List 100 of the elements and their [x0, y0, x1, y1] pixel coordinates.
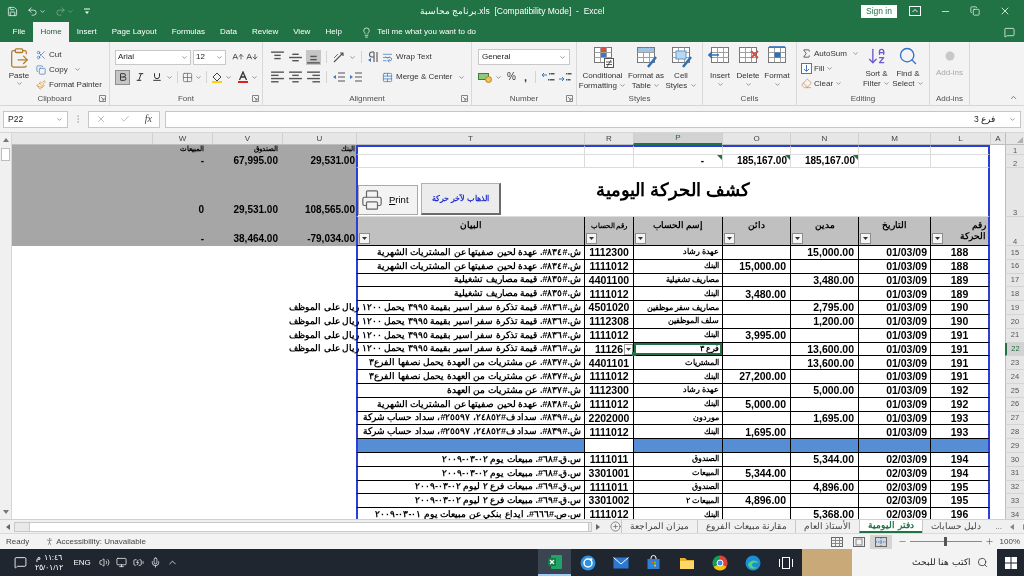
name-box[interactable]: P22 [3, 110, 68, 128]
ribbon-tab[interactable]: Formulas [164, 22, 213, 42]
ribbon-display-icon[interactable] [909, 6, 921, 16]
notification-icon[interactable] [14, 556, 27, 569]
fill-button[interactable]: Fill [801, 61, 861, 76]
bottom-align-icon[interactable] [306, 49, 321, 65]
copy-button[interactable]: Copy [36, 62, 102, 77]
cells-button[interactable]: Format [763, 45, 791, 88]
zoom-level[interactable]: 100% [999, 537, 1020, 546]
comment-icon[interactable] [1004, 26, 1015, 38]
dialog-launcher-icon[interactable] [461, 95, 468, 102]
column-header[interactable]: A [990, 133, 1005, 145]
filter-button[interactable] [792, 233, 803, 244]
cut-button[interactable]: Cut [36, 47, 102, 62]
more-sheets-button[interactable]: ... [989, 522, 1008, 531]
language-indicator[interactable]: ENG [73, 558, 91, 567]
percent-style-button[interactable]: % [505, 72, 518, 82]
collapse-ribbon-icon[interactable] [1009, 93, 1018, 102]
format-painter-button[interactable]: Format Painter [36, 77, 102, 92]
battery-icon[interactable] [132, 557, 144, 568]
scroll-left-icon[interactable] [4, 522, 12, 531]
accessibility-status[interactable]: Accessibility: Unavailable [45, 537, 146, 546]
dropdown-button[interactable] [624, 343, 633, 355]
restore-icon[interactable] [970, 6, 980, 16]
column-header[interactable]: P [633, 133, 722, 145]
styles-button[interactable]: Cell Styles [665, 45, 697, 91]
ribbon-tab[interactable]: View [285, 22, 318, 42]
autosum-button[interactable]: AutoSum [801, 46, 861, 61]
window-panes-icon[interactable] [1004, 556, 1017, 569]
scroll-thumb[interactable] [1, 148, 10, 161]
zoom-thumb[interactable] [944, 537, 948, 546]
undo-icon[interactable] [27, 5, 38, 17]
vertical-scrollbar[interactable] [0, 133, 12, 519]
microphone-icon[interactable] [149, 557, 161, 568]
sort-filter-button[interactable]: Sort & Filter [861, 45, 892, 89]
column-header[interactable]: R [584, 133, 633, 145]
column-header[interactable]: U [282, 133, 356, 145]
increase-font-size-icon[interactable] [232, 51, 244, 63]
column-header[interactable]: N [790, 133, 858, 145]
sign-in-button[interactable]: Sign in [861, 4, 897, 18]
column-header[interactable]: O [722, 133, 790, 145]
column-header[interactable]: T [356, 133, 584, 145]
merge-center-button[interactable]: Merge & Center [382, 71, 466, 83]
monitor-icon[interactable] [115, 557, 127, 568]
ribbon-tab[interactable]: Insert [69, 22, 105, 42]
ribbon-tab[interactable]: Review [244, 22, 286, 42]
column-header[interactable]: M [858, 133, 930, 145]
dialog-launcher-icon[interactable] [99, 95, 106, 102]
formula-field[interactable]: فرع 3 [165, 110, 1021, 128]
styles-button[interactable]: Conditional Formatting [578, 45, 627, 91]
wrap-text-button[interactable]: Wrap Text [382, 51, 432, 63]
scroll-thumb[interactable] [29, 522, 589, 531]
decrease-decimal-icon[interactable] [557, 71, 572, 83]
scroll-up-icon[interactable] [1, 136, 10, 144]
increase-decimal-icon[interactable] [540, 71, 555, 83]
font-color-icon[interactable] [237, 71, 249, 83]
filter-button[interactable] [860, 233, 871, 244]
font-name-field[interactable]: Arial [115, 49, 191, 65]
clear-button[interactable]: Clear [801, 76, 861, 91]
paste-button[interactable]: Paste [4, 45, 34, 92]
find-select-button[interactable]: Find & Select [892, 45, 924, 89]
filter-button[interactable] [586, 233, 597, 244]
ribbon-tab[interactable]: Page Layout [104, 22, 165, 42]
close-icon[interactable] [999, 5, 1011, 17]
borders-icon[interactable] [182, 71, 193, 83]
save-icon[interactable] [7, 5, 18, 17]
sheet-tab[interactable]: دفتر اليومية [859, 520, 922, 533]
search-field[interactable]: اكتب هنا للبحث [802, 549, 997, 576]
add-sheet-icon[interactable] [610, 521, 621, 532]
speaker-icon[interactable] [98, 557, 110, 568]
filter-button[interactable] [724, 233, 735, 244]
cells-button[interactable]: Delete [734, 45, 762, 88]
ribbon-tab[interactable]: Data [212, 22, 245, 42]
align-left-icon[interactable] [270, 69, 285, 85]
paragraph-mark-icon[interactable] [367, 50, 381, 64]
column-header[interactable]: V [212, 133, 282, 145]
comma-style-button[interactable]: , [520, 71, 530, 83]
bold-button[interactable] [115, 69, 130, 85]
currency-icon[interactable] [478, 71, 492, 83]
insert-function-button[interactable]: fx [144, 114, 152, 124]
column-header[interactable]: W [152, 133, 212, 145]
ribbon-tab[interactable]: Help [317, 22, 350, 42]
ribbon-tab[interactable]: File [5, 22, 33, 42]
view-button[interactable] [869, 534, 892, 549]
align-right-icon[interactable] [306, 69, 321, 85]
horizontal-scrollbar[interactable] [14, 521, 592, 532]
scroll-down-icon[interactable] [1, 508, 10, 516]
fill-color-icon[interactable] [211, 71, 223, 83]
zoom-in-icon[interactable] [984, 537, 994, 546]
macro-button[interactable]: الذهاب لآخر حركة [421, 183, 501, 215]
filter-button[interactable] [359, 233, 370, 244]
column-header[interactable]: L [930, 133, 990, 145]
diagonal-arrow-icon[interactable] [332, 50, 346, 64]
decrease-font-size-icon[interactable] [246, 51, 258, 63]
fill-handle[interactable] [632, 352, 636, 357]
font-size-field[interactable]: 12 [193, 49, 226, 65]
align-center-icon[interactable] [288, 69, 303, 85]
styles-button[interactable]: Format as Table [627, 45, 665, 91]
dialog-launcher-icon[interactable] [252, 95, 259, 102]
filter-button[interactable] [635, 233, 646, 244]
